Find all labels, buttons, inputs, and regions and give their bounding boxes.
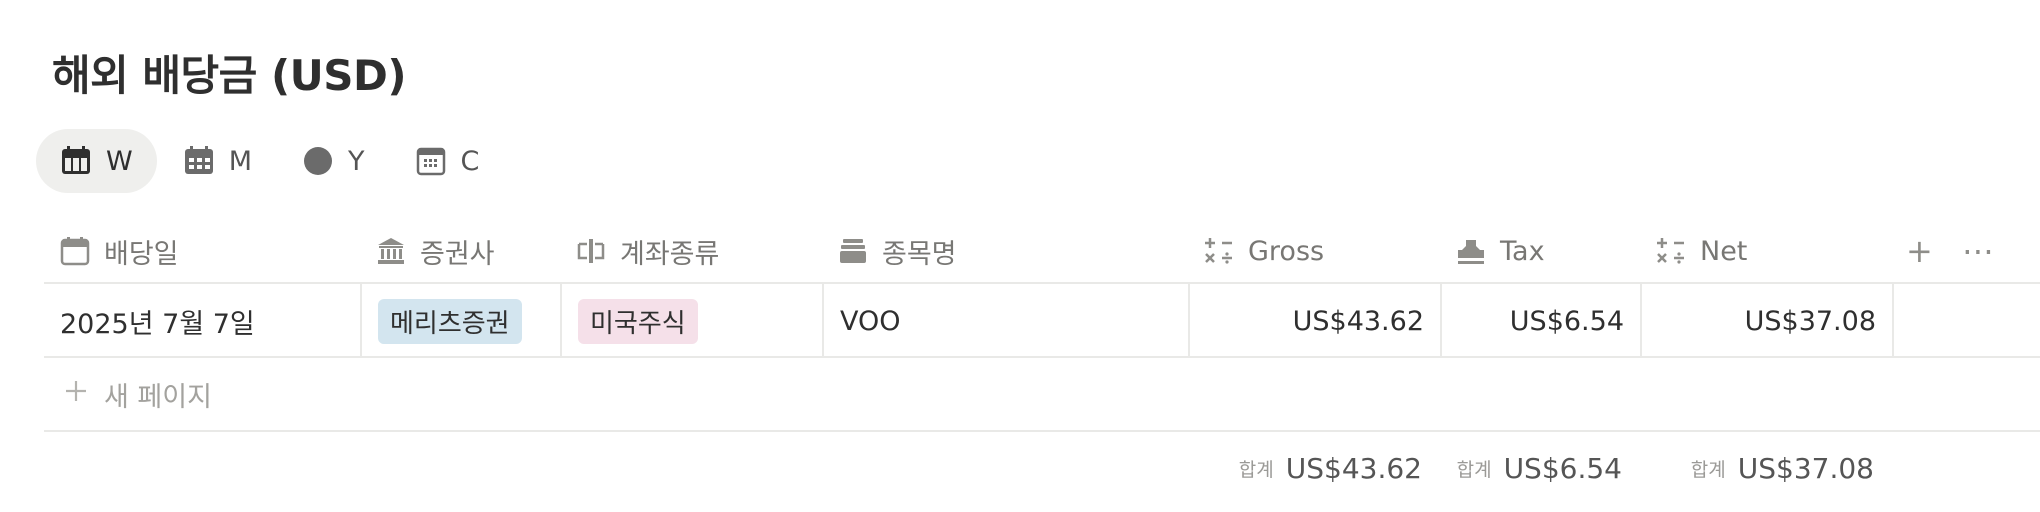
view-tab-y[interactable]: Y <box>278 129 389 193</box>
column-header-label: 배당일 <box>104 238 179 270</box>
view-tab-label: C <box>460 145 480 177</box>
view-tab-label: Y <box>348 145 365 177</box>
summary-net[interactable]: 합계 US$37.08 <box>1640 432 1874 504</box>
column-header-label: Tax <box>1500 235 1545 267</box>
cell-account[interactable]: 미국주식 <box>562 284 824 358</box>
cell-date[interactable]: 2025년 7월 7일 <box>44 284 362 358</box>
view-tab-label: M <box>228 145 252 177</box>
formula-icon <box>1204 236 1234 266</box>
cell-net[interactable]: US$37.08 <box>1642 284 1894 358</box>
cell-ticker[interactable]: VOO <box>824 284 1190 358</box>
view-tab-c[interactable]: C <box>391 129 504 193</box>
column-header-date[interactable]: 배당일 <box>44 218 360 284</box>
column-header-broker[interactable]: 증권사 <box>360 218 560 284</box>
table-header: 배당일 증권사 계좌종류 종목명 Gross Tax Net <box>44 218 2040 284</box>
column-header-label: Net <box>1700 235 1748 267</box>
balance-icon <box>576 236 606 266</box>
cell-gross[interactable]: US$43.62 <box>1190 284 1442 358</box>
calendar-icon <box>60 236 90 266</box>
more-horizontal-icon: ⋯ <box>1962 232 1994 270</box>
summary-gross[interactable]: 합계 US$43.62 <box>1190 432 1422 504</box>
new-page-label: 새 페이지 <box>104 381 212 413</box>
stamp-icon <box>1456 236 1486 266</box>
column-header-label: 증권사 <box>420 238 495 270</box>
plus-icon <box>64 379 88 410</box>
add-column-button[interactable]: + <box>1906 218 1933 284</box>
column-header-ticker[interactable]: 종목명 <box>822 218 1188 284</box>
view-tab-w[interactable]: W <box>36 129 157 193</box>
calendar-week-icon <box>60 145 92 177</box>
column-header-label: 종목명 <box>882 238 957 270</box>
page-title: 해외 배당금 (USD) <box>52 51 407 100</box>
formula-icon <box>1656 236 1686 266</box>
column-header-label: Gross <box>1248 235 1325 267</box>
calendar-icon <box>415 145 447 177</box>
view-tab-label: W <box>106 145 133 177</box>
view-tab-m[interactable]: M <box>159 129 276 193</box>
cell-tax[interactable]: US$6.54 <box>1442 284 1642 358</box>
circle-icon <box>302 145 334 177</box>
new-page-button[interactable]: 새 페이지 <box>44 358 2040 432</box>
column-header-account[interactable]: 계좌종류 <box>560 218 822 284</box>
view-tabs: W M Y C <box>36 129 503 193</box>
more-options-button[interactable]: ⋯ <box>1962 218 1994 284</box>
column-header-net[interactable]: Net <box>1640 218 1892 284</box>
plus-icon: + <box>1906 232 1933 270</box>
table-row[interactable]: 2025년 7월 7일 메리츠증권 미국주식 VOO US$43.62 US$6… <box>44 284 2040 358</box>
column-header-label: 계좌종류 <box>620 238 720 270</box>
bank-icon <box>376 236 406 266</box>
cell-broker[interactable]: 메리츠증권 <box>362 284 562 358</box>
tag-account: 미국주식 <box>578 298 698 344</box>
tag-broker: 메리츠증권 <box>378 298 522 344</box>
summary-tax[interactable]: 합계 US$6.54 <box>1440 432 1622 504</box>
column-header-gross[interactable]: Gross <box>1188 218 1440 284</box>
stack-icon <box>838 236 868 266</box>
column-header-tax[interactable]: Tax <box>1440 218 1640 284</box>
calendar-month-icon <box>183 145 215 177</box>
